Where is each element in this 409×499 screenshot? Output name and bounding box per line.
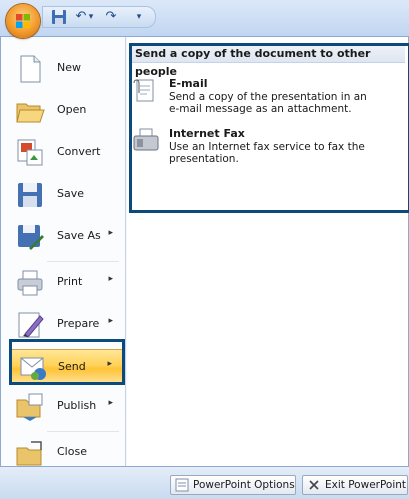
- menu-item-print[interactable]: Print ▸: [7, 263, 123, 303]
- save-icon[interactable]: [51, 9, 67, 25]
- convert-icon: [17, 139, 43, 166]
- redo-button[interactable]: ↷: [103, 9, 119, 25]
- menu-separator: [47, 431, 119, 432]
- send-submenu-panel: Send a copy of the document to other peo…: [127, 37, 409, 466]
- powerpoint-options-button[interactable]: PowerPoint Options: [170, 475, 296, 495]
- quick-access-bar: ↶ ▾ ↷ ▾: [42, 6, 156, 28]
- undo-dropdown-icon[interactable]: ▾: [87, 9, 95, 25]
- menu-item-label: Save: [57, 187, 85, 200]
- menu-item-publish[interactable]: Publish ▸: [7, 387, 123, 427]
- menu-item-label: Convert: [57, 145, 101, 158]
- exit-powerpoint-button[interactable]: Exit PowerPoint: [302, 475, 408, 495]
- save-as-icon: [18, 225, 44, 250]
- office-menu: New Open Convert Save Save As ▸ Print ▸ …: [0, 36, 409, 467]
- menu-item-save-as[interactable]: Save As ▸: [7, 217, 123, 257]
- close-document-icon: [16, 441, 42, 466]
- options-icon: [175, 478, 189, 492]
- button-label: PowerPoint Options: [193, 479, 295, 491]
- menu-commands: New Open Convert Save Save As ▸ Print ▸ …: [1, 37, 126, 466]
- prepare-icon: [18, 312, 44, 338]
- office-logo-icon: [16, 14, 30, 28]
- button-label: Exit PowerPoint: [325, 479, 407, 491]
- printer-icon: [17, 270, 43, 296]
- submenu-arrow-icon: ▸: [108, 228, 113, 238]
- submenu-arrow-icon: ▸: [108, 398, 113, 408]
- menu-item-label: New: [57, 61, 81, 74]
- menu-item-convert[interactable]: Convert: [7, 133, 123, 173]
- menu-item-save[interactable]: Save: [7, 175, 123, 215]
- menu-item-new[interactable]: New: [7, 49, 123, 89]
- panel-highlight-box: [129, 43, 409, 213]
- selection-highlight-box: [9, 339, 125, 385]
- new-document-icon: [20, 55, 41, 83]
- menu-item-open[interactable]: Open: [7, 91, 123, 131]
- menu-footer: PowerPoint Options Exit PowerPoint: [0, 467, 409, 499]
- quick-access-toolbar: ↶ ▾ ↷ ▾: [0, 0, 409, 38]
- customize-qat-icon[interactable]: ▾: [131, 9, 147, 25]
- close-icon: [309, 480, 319, 490]
- menu-item-label: Prepare: [57, 317, 100, 330]
- menu-item-label: Save As: [57, 229, 101, 242]
- office-button[interactable]: [6, 4, 40, 38]
- menu-item-label: Open: [57, 103, 87, 116]
- menu-item-label: Close: [57, 445, 87, 458]
- save-icon: [18, 183, 42, 207]
- publish-icon: [16, 393, 43, 421]
- menu-item-label: Publish: [57, 399, 97, 412]
- menu-item-label: Print: [57, 275, 83, 288]
- submenu-arrow-icon: ▸: [108, 316, 113, 326]
- submenu-arrow-icon: ▸: [108, 274, 113, 284]
- open-folder-icon: [16, 103, 45, 123]
- menu-separator: [47, 261, 119, 262]
